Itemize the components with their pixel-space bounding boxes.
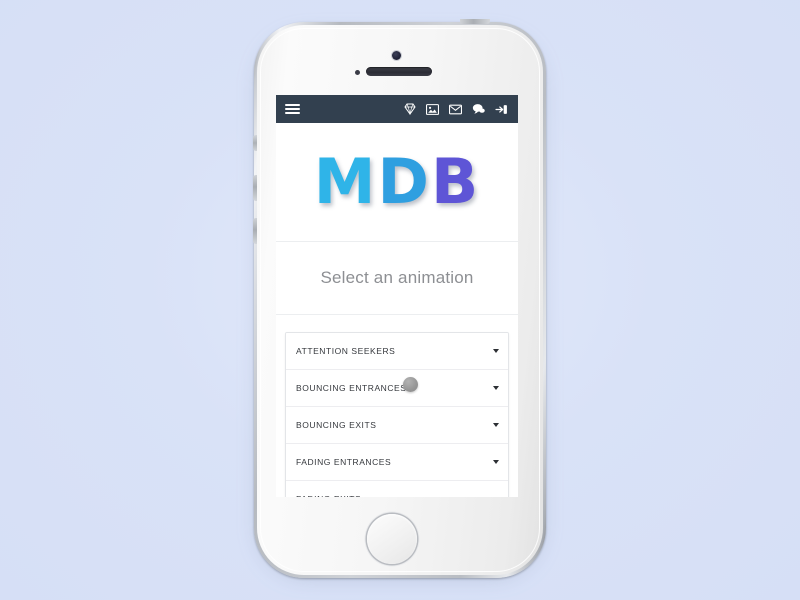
- comments-icon[interactable]: [472, 103, 485, 116]
- animation-accordion: ATTENTION SEEKERS BOUNCING ENTRANCES BOU…: [285, 332, 509, 497]
- sign-in-icon[interactable]: [495, 103, 508, 116]
- accordion-item-label: BOUNCING EXITS: [296, 420, 377, 430]
- hamburger-bar: [285, 108, 300, 110]
- page-title: Select an animation: [320, 268, 474, 287]
- phone-device: M D B Select an animation ATTENTION SEEK…: [253, 19, 546, 578]
- accordion-item-fading-exits[interactable]: FADING EXITS: [286, 481, 508, 497]
- hamburger-bar: [285, 104, 300, 106]
- accordion-item-fading-entrances[interactable]: FADING ENTRANCES: [286, 444, 508, 481]
- accordion-item-bouncing-entrances[interactable]: BOUNCING ENTRANCES: [286, 370, 508, 407]
- volume-down-button[interactable]: [253, 218, 257, 244]
- accordion-item-label: ATTENTION SEEKERS: [296, 346, 396, 356]
- caret-down-icon[interactable]: [493, 386, 499, 390]
- logo-letter-b: B: [430, 145, 481, 218]
- hamburger-bar: [285, 112, 300, 114]
- earpiece-speaker: [366, 67, 432, 76]
- hamburger-menu-icon[interactable]: [285, 104, 300, 114]
- accordion-item-bouncing-exits[interactable]: BOUNCING EXITS: [286, 407, 508, 444]
- envelope-icon[interactable]: [449, 103, 462, 116]
- accordion-item-label: FADING ENTRANCES: [296, 457, 392, 467]
- volume-up-button[interactable]: [253, 175, 257, 201]
- front-camera-icon: [392, 51, 401, 60]
- logo-letter-d: D: [377, 145, 431, 218]
- logo-letter-m: M: [313, 145, 378, 218]
- caret-down-icon[interactable]: [493, 349, 499, 353]
- gem-icon[interactable]: [403, 103, 416, 116]
- accordion-item-label: BOUNCING ENTRANCES: [296, 383, 407, 393]
- home-button[interactable]: [367, 514, 417, 564]
- mdb-logo: M D B: [314, 151, 480, 213]
- caret-down-icon[interactable]: [493, 460, 499, 464]
- power-button[interactable]: [460, 19, 490, 24]
- app-navbar: [276, 95, 518, 123]
- accordion-item-attention-seekers[interactable]: ATTENTION SEEKERS: [286, 333, 508, 370]
- accordion-item-label: FADING EXITS: [296, 494, 361, 497]
- page-title-row: Select an animation: [276, 242, 518, 315]
- proximity-sensor: [355, 70, 360, 75]
- navbar-icon-group: [403, 103, 508, 116]
- mute-switch[interactable]: [253, 135, 257, 151]
- phone-screen: M D B Select an animation ATTENTION SEEK…: [276, 95, 518, 497]
- caret-down-icon[interactable]: [493, 423, 499, 427]
- image-icon[interactable]: [426, 103, 439, 116]
- brand-logo-area: M D B: [276, 123, 518, 242]
